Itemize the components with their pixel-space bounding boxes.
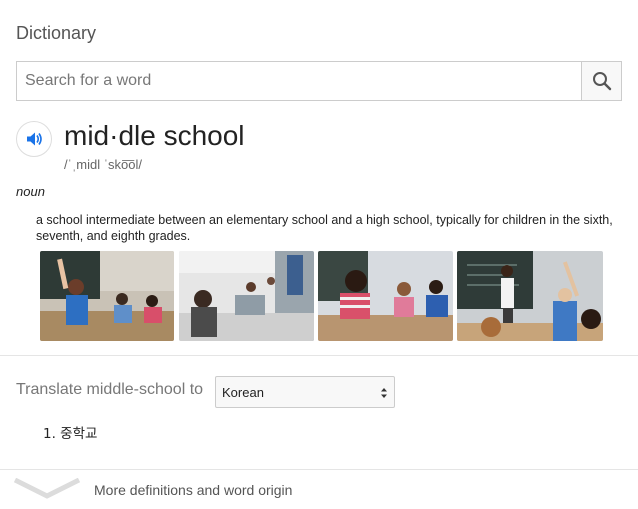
classroom-image-1[interactable] xyxy=(40,251,174,341)
translate-label: Translate middle-school to xyxy=(16,381,204,398)
speaker-icon xyxy=(27,132,42,146)
headword: mid·dle school xyxy=(64,120,245,151)
classroom-photo-icon xyxy=(40,251,174,341)
definition-text: a school intermediate between an element… xyxy=(36,213,613,243)
dictionary-card: Dictionary mid·dle school /ˈˌmidl ˈsko͞o… xyxy=(0,0,638,509)
translation-result: 1. 중학교 xyxy=(43,426,98,442)
search-button[interactable] xyxy=(581,62,621,100)
pronunciation-text: /ˈˌmidl ˈsko͞ol/ xyxy=(64,157,143,172)
part-of-speech: noun xyxy=(16,184,45,199)
language-select-value: Korean xyxy=(222,384,264,400)
language-select[interactable]: Korean xyxy=(215,376,395,408)
classroom-image-4[interactable] xyxy=(457,251,603,341)
image-strip xyxy=(40,251,603,341)
select-arrows-icon xyxy=(381,388,387,398)
classroom-photo-icon xyxy=(318,251,453,341)
section-divider xyxy=(0,355,638,356)
classroom-photo-icon xyxy=(179,251,314,341)
dictionary-title: Dictionary xyxy=(16,23,97,43)
search-icon xyxy=(592,72,611,91)
more-definitions-label: More definitions and word origin xyxy=(94,482,293,498)
search-input[interactable] xyxy=(17,62,582,100)
classroom-image-3[interactable] xyxy=(318,251,453,341)
chevron-down-icon xyxy=(14,478,80,499)
search-box xyxy=(16,61,622,101)
pronunciation-audio-button[interactable] xyxy=(16,121,52,157)
classroom-photo-icon xyxy=(457,251,603,341)
more-definitions-button[interactable]: More definitions and word origin xyxy=(0,470,638,509)
classroom-image-2[interactable] xyxy=(179,251,314,341)
